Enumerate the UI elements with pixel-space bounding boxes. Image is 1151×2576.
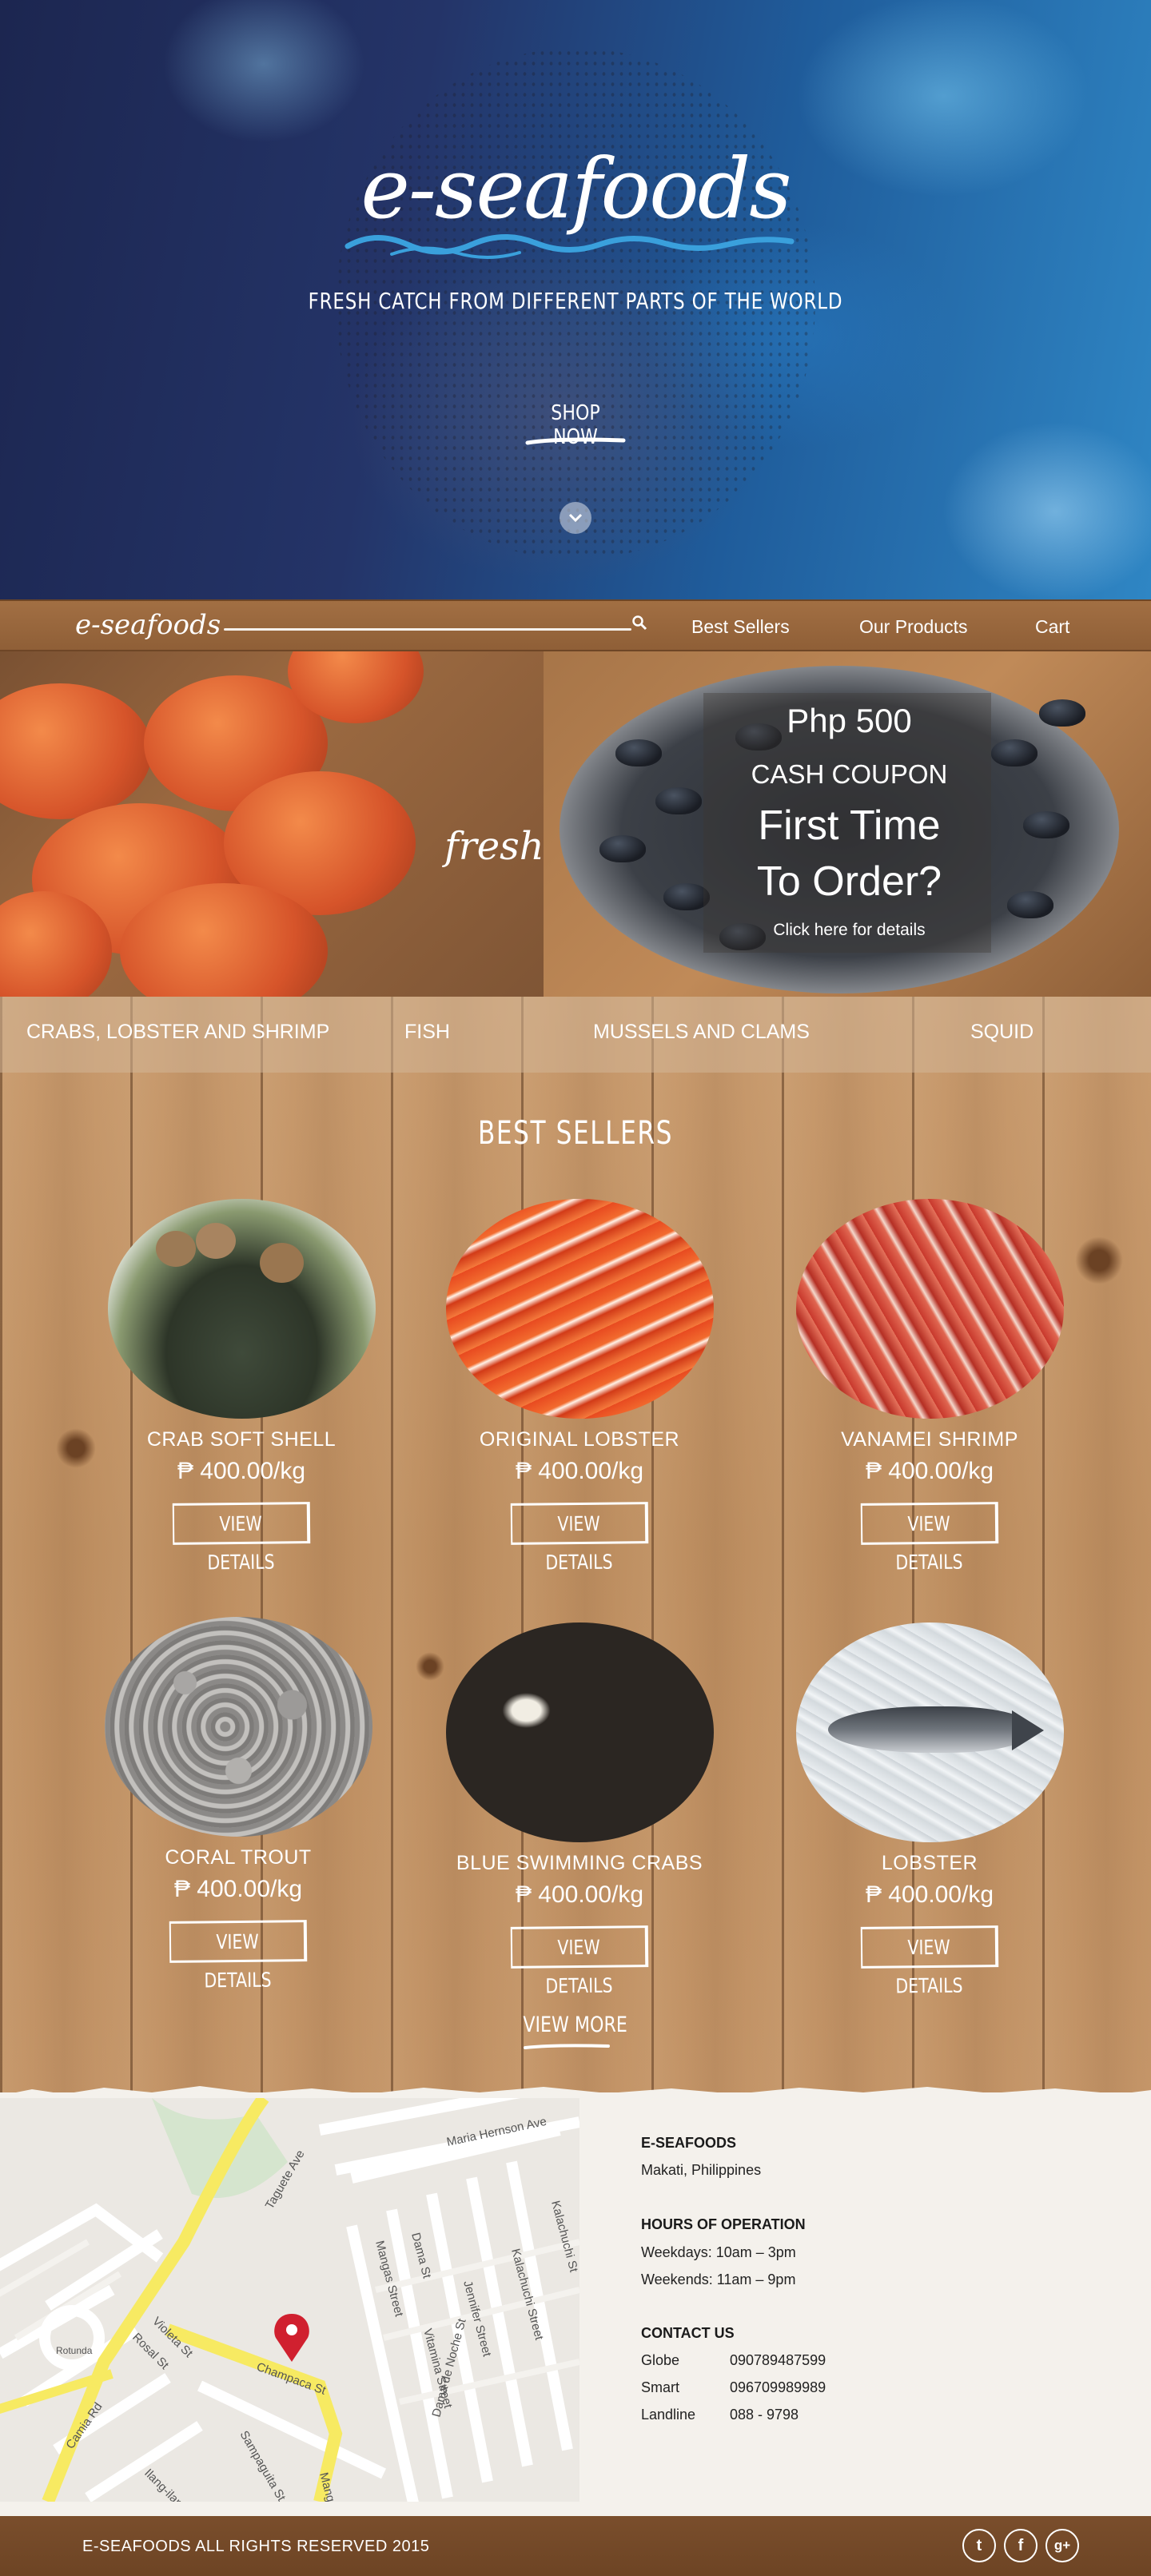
phone-number-landline[interactable]: 088 - 9798 xyxy=(730,2407,799,2423)
phone-label-globe: Globe xyxy=(641,2352,680,2368)
svg-text:Rotunda: Rotunda xyxy=(56,2345,93,2356)
hero-wave-decoration xyxy=(345,234,795,259)
hero-tagline: FRESH CATCH FROM DIFFERENT PARTS OF THE … xyxy=(308,288,843,314)
coupon-headline-line2: To Order? xyxy=(756,858,942,905)
coupon-details-link[interactable]: Click here for details xyxy=(560,921,1139,940)
wood-knot xyxy=(416,1652,444,1681)
hours-title: HOURS OF OPERATION xyxy=(641,2216,806,2232)
best-sellers-title: BEST SELLERS xyxy=(477,1115,674,1152)
view-details-button[interactable]: VIEW DETAILS xyxy=(510,1925,649,1997)
phone-label-landline: Landline xyxy=(641,2407,696,2423)
product-name: ORIGINAL LOBSTER xyxy=(479,1428,680,1451)
wood-knot xyxy=(1075,1236,1123,1284)
footer-copyright: E-SEAFOODS ALL RIGHTS RESERVED 2015 xyxy=(82,2538,430,2555)
product-name: CRAB SOFT SHELL xyxy=(146,1428,337,1451)
category-crabs-lobster-shrimp[interactable]: CRABS, LOBSTER AND SHRIMP xyxy=(26,1021,329,1044)
google-plus-icon[interactable]: g+ xyxy=(1045,2529,1079,2562)
product-image-original-lobster[interactable] xyxy=(445,1199,714,1419)
view-more-underline xyxy=(524,2044,610,2049)
scroll-down-button[interactable] xyxy=(560,502,591,534)
contact-title: CONTACT US xyxy=(641,2325,735,2341)
product-price: ₱ 400.00/kg xyxy=(515,1458,644,1484)
coupon-headline-line1: First Time xyxy=(758,802,941,849)
product-name: CORAL TROUT xyxy=(165,1846,312,1869)
product-card: CORAL TROUT ₱ 400.00/kg VIEW DETAILS xyxy=(102,1617,374,1992)
top-navigation: e-seafoods Best Sellers Our Products Car… xyxy=(0,599,1151,651)
product-image-lobster[interactable] xyxy=(795,1622,1064,1842)
view-more-button[interactable]: VIEW MORE xyxy=(496,2013,655,2037)
map-graphic: Taguete Ave Champaca St Violeta St Rosal… xyxy=(0,2098,579,2502)
category-fish[interactable]: FISH xyxy=(404,1021,450,1044)
product-card: LOBSTER ₱ 400.00/kg VIEW DETAILS xyxy=(794,1622,1065,1997)
category-mussels-clams[interactable]: MUSSELS AND CLAMS xyxy=(593,1021,810,1044)
location-map[interactable]: Taguete Ave Champaca St Violeta St Rosal… xyxy=(0,2098,579,2502)
coupon-label: CASH COUPON xyxy=(751,759,948,789)
product-name: VANAMEI SHRIMP xyxy=(841,1428,1018,1451)
view-details-button[interactable]: VIEW DETAILS xyxy=(169,1920,308,1992)
product-price: ₱ 400.00/kg xyxy=(177,1458,306,1484)
product-card: VANAMEI SHRIMP ₱ 400.00/kg VIEW DETAILS xyxy=(794,1199,1065,1574)
product-price: ₱ 400.00/kg xyxy=(865,1458,994,1484)
product-image-blue-swimming-crabs[interactable] xyxy=(445,1622,714,1842)
category-bar: CRABS, LOBSTER AND SHRIMP FISH MUSSELS A… xyxy=(0,997,1151,1073)
footer: E-SEAFOODS ALL RIGHTS RESERVED 2015 t f … xyxy=(0,2516,1151,2576)
twitter-icon[interactable]: t xyxy=(962,2529,996,2562)
phone-label-smart: Smart xyxy=(641,2379,680,2395)
nav-link-best-sellers[interactable]: Best Sellers xyxy=(691,616,790,638)
phone-number-globe[interactable]: 090789487599 xyxy=(730,2352,826,2369)
contact-company-name: E-SEAFOODS xyxy=(641,2135,737,2151)
fresh-label: fresh xyxy=(444,824,544,869)
hours-weekends: Weekends: 11am – 9pm xyxy=(641,2271,796,2287)
product-name: BLUE SWIMMING CRABS xyxy=(456,1852,703,1874)
product-price: ₱ 400.00/kg xyxy=(515,1881,644,1908)
hero-section: e-seafoods FRESH CATCH FROM DIFFERENT PA… xyxy=(0,0,1151,599)
product-image-coral-trout[interactable] xyxy=(104,1617,372,1837)
product-card: CRAB SOFT SHELL ₱ 400.00/kg VIEW DETAILS xyxy=(106,1199,377,1574)
product-image-crab-soft-shell[interactable] xyxy=(107,1199,376,1419)
product-card: BLUE SWIMMING CRABS ₱ 400.00/kg VIEW DET… xyxy=(444,1622,715,1997)
wood-knot xyxy=(56,1428,96,1468)
contact-location: Makati, Philippines xyxy=(641,2162,762,2178)
nav-brush-line xyxy=(224,628,631,631)
category-squid[interactable]: SQUID xyxy=(970,1021,1034,1044)
product-price: ₱ 400.00/kg xyxy=(865,1881,994,1908)
promo-fresh-banner[interactable]: fresh xyxy=(0,651,544,997)
crab-image-part xyxy=(0,683,152,819)
nav-link-our-products[interactable]: Our Products xyxy=(859,616,968,638)
nav-link-cart[interactable]: Cart xyxy=(1035,616,1069,638)
phone-number-smart[interactable]: 096709989989 xyxy=(730,2379,826,2396)
product-image-vanamei-shrimp[interactable] xyxy=(795,1199,1064,1419)
chevron-down-icon xyxy=(568,513,583,523)
shop-now-underline xyxy=(525,437,626,445)
view-details-button[interactable]: VIEW DETAILS xyxy=(860,1925,999,1997)
nav-logo[interactable]: e-seafoods xyxy=(75,609,221,641)
hero-logo: e-seafoods xyxy=(360,140,791,237)
facebook-icon[interactable]: f xyxy=(1004,2529,1037,2562)
coupon-amount: Php 500 xyxy=(787,702,912,739)
product-name: LOBSTER xyxy=(881,1852,978,1874)
product-card: ORIGINAL LOBSTER ₱ 400.00/kg VIEW DETAIL… xyxy=(444,1199,715,1574)
view-details-button[interactable]: VIEW DETAILS xyxy=(510,1502,649,1574)
search-icon[interactable] xyxy=(631,615,649,632)
hours-weekdays: Weekdays: 10am – 3pm xyxy=(641,2244,796,2260)
view-details-button[interactable]: VIEW DETAILS xyxy=(172,1502,311,1574)
product-price: ₱ 400.00/kg xyxy=(173,1876,303,1902)
view-details-button[interactable]: VIEW DETAILS xyxy=(860,1502,999,1574)
